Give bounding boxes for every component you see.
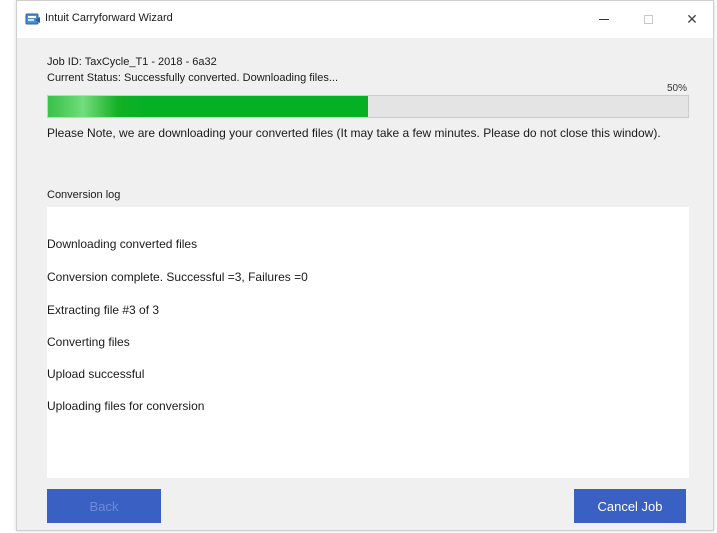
job-id-text: Job ID: TaxCycle_T1 - 2018 - 6a32 bbox=[47, 56, 217, 68]
cancel-job-button[interactable]: Cancel Job bbox=[574, 489, 686, 523]
progress-fill bbox=[48, 96, 368, 117]
minimize-icon bbox=[599, 19, 609, 20]
close-icon: ✕ bbox=[686, 11, 698, 27]
title-bar[interactable]: Intuit Carryforward Wizard ✕ bbox=[17, 1, 713, 38]
minimize-button[interactable] bbox=[582, 1, 626, 38]
carryforward-app-icon bbox=[25, 12, 41, 26]
download-progress-bar bbox=[47, 95, 689, 118]
log-line: Conversion complete. Successful =3, Fail… bbox=[47, 270, 308, 284]
progress-percent: 50% bbox=[667, 83, 688, 94]
download-note: Please Note, we are downloading your con… bbox=[47, 126, 661, 140]
carryforward-wizard-window: Intuit Carryforward Wizard ✕ Job ID: Tax… bbox=[16, 0, 714, 531]
conversion-log-panel[interactable]: Downloading converted files Conversion c… bbox=[47, 207, 689, 478]
close-button[interactable]: ✕ bbox=[670, 1, 714, 38]
log-line: Extracting file #3 of 3 bbox=[47, 303, 160, 317]
log-line: Downloading converted files bbox=[47, 237, 198, 251]
conversion-log-label: Conversion log bbox=[47, 189, 121, 201]
log-line: Uploading files for conversion bbox=[47, 399, 205, 413]
maximize-button[interactable] bbox=[626, 1, 670, 38]
current-status-text: Current Status: Successfully converted. … bbox=[47, 72, 339, 84]
progress-sheen bbox=[48, 96, 118, 117]
log-line: Converting files bbox=[47, 335, 130, 349]
window-title: Intuit Carryforward Wizard bbox=[45, 12, 173, 24]
back-button[interactable]: Back bbox=[47, 489, 161, 523]
log-line: Upload successful bbox=[47, 367, 145, 381]
maximize-icon bbox=[643, 15, 653, 24]
